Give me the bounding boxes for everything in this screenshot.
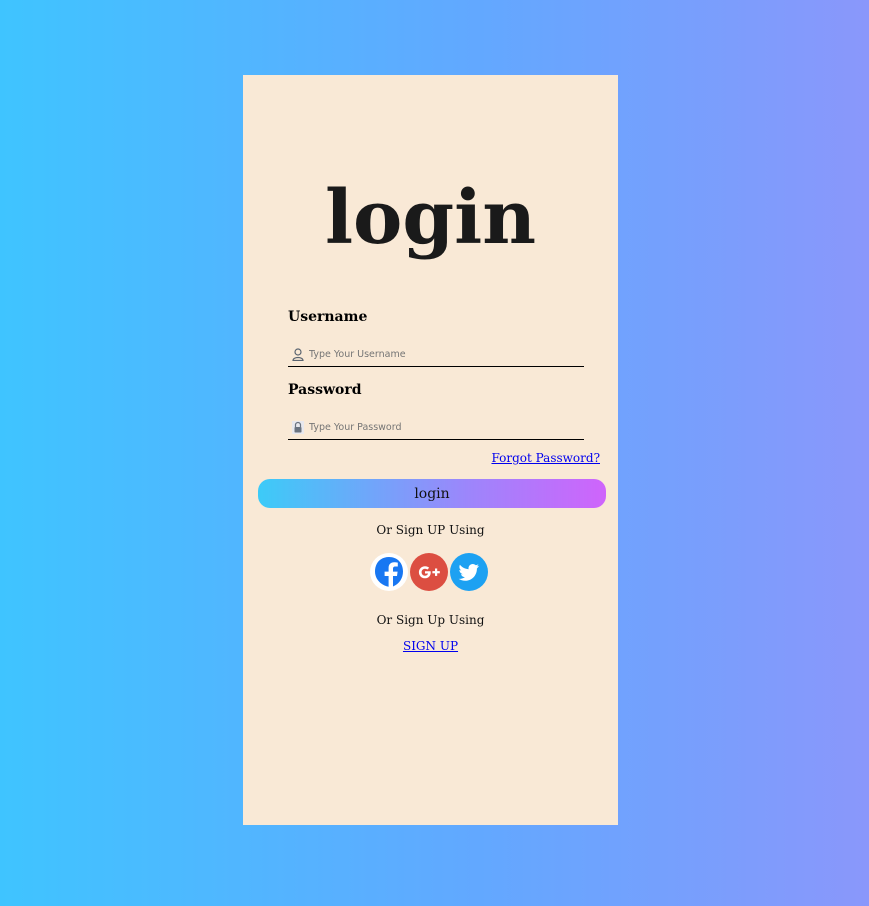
lock-icon [291, 420, 305, 434]
twitter-icon [458, 564, 479, 581]
user-icon [291, 347, 305, 361]
stray-link[interactable] [280, 583, 284, 593]
facebook-icon [375, 557, 403, 587]
page-title: login [324, 175, 537, 261]
password-input[interactable] [309, 421, 569, 433]
forgot-password-link[interactable]: Forgot Password? [491, 451, 600, 465]
login-card: login Username Password Forgot Password?… [243, 75, 618, 825]
password-label: Password [288, 382, 362, 398]
username-input[interactable] [309, 348, 569, 360]
password-field[interactable] [288, 415, 584, 440]
username-label: Username [288, 309, 368, 325]
facebook-button[interactable] [370, 553, 408, 591]
signup-link[interactable]: SIGN UP [403, 639, 458, 653]
signup-heading: Or Sign Up Using [376, 613, 485, 627]
google-plus-button[interactable] [410, 553, 448, 591]
social-signup-heading: Or Sign UP Using [376, 523, 485, 537]
stray-link[interactable] [320, 583, 324, 593]
signup-link-wrapper: SIGN UP [243, 639, 618, 653]
login-button[interactable]: login [258, 479, 606, 508]
social-icons-row [370, 553, 488, 591]
username-field[interactable] [288, 342, 584, 367]
google-plus-icon [418, 566, 440, 579]
twitter-button[interactable] [450, 553, 488, 591]
